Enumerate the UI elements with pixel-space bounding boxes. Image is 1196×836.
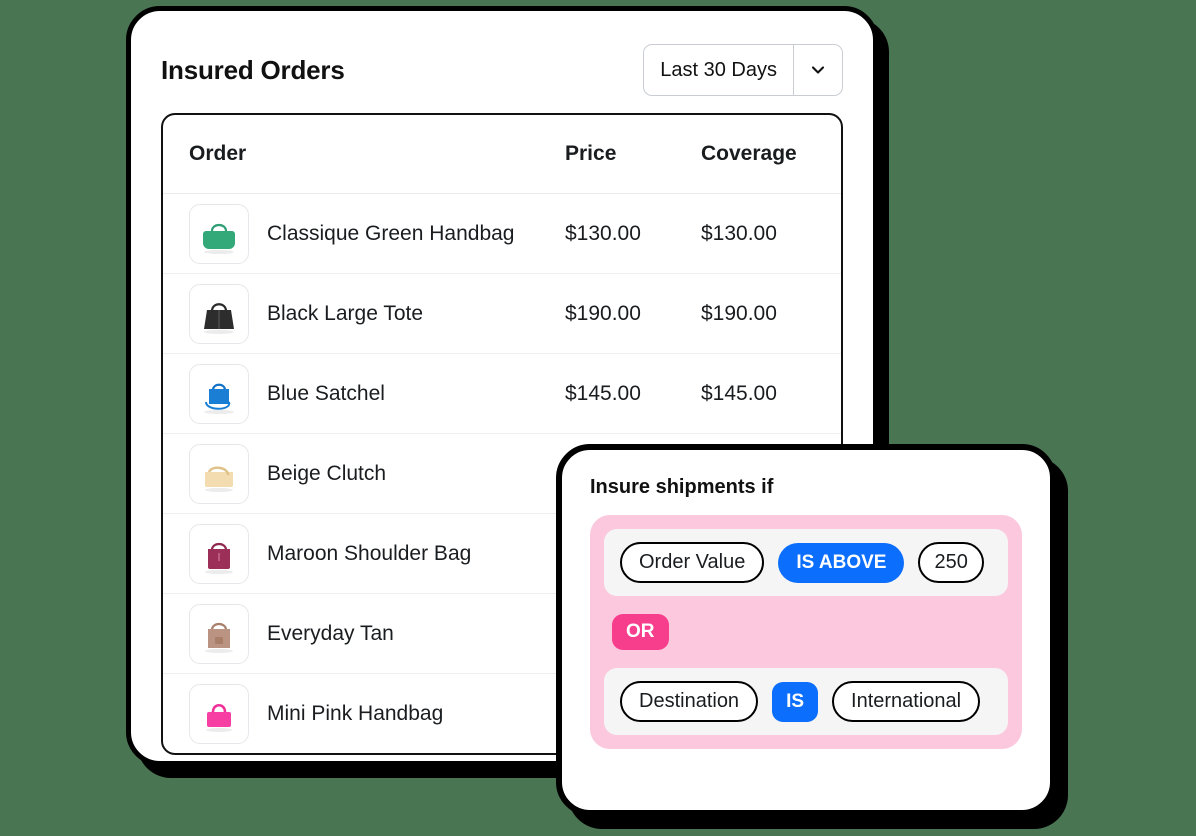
table-row[interactable]: Black Large Tote $190.00 $190.00	[163, 274, 841, 354]
order-coverage: $190.00	[701, 301, 777, 325]
order-coverage: $145.00	[701, 381, 777, 405]
order-name: Blue Satchel	[267, 381, 385, 405]
order-name: Everyday Tan	[267, 621, 394, 645]
connector-or-badge[interactable]: OR	[612, 614, 669, 650]
tote-tan-icon	[189, 603, 249, 664]
shoulderbag-maroon-icon	[189, 523, 249, 584]
condition-value-pill[interactable]: International	[832, 681, 981, 722]
order-coverage: $130.00	[701, 221, 777, 245]
table-row[interactable]: Blue Satchel $145.00 $145.00	[163, 354, 841, 434]
order-price: $190.00	[565, 301, 641, 325]
rule-condition-row: Order Value IS ABOVE 250	[604, 529, 1008, 596]
order-cell: Blue Satchel	[189, 363, 565, 424]
order-name: Beige Clutch	[267, 461, 387, 485]
order-price: $130.00	[565, 221, 641, 245]
insure-rule-card: Insure shipments if Order Value IS ABOVE…	[556, 444, 1056, 816]
card-header: Insured Orders Last 30 Days	[161, 39, 843, 101]
condition-field-pill[interactable]: Destination	[620, 681, 759, 722]
chevron-down-icon[interactable]	[793, 45, 842, 95]
rule-condition-row: Destination IS International	[604, 668, 1008, 735]
rule-card-title: Insure shipments if	[590, 476, 774, 498]
column-header-order: Order	[189, 142, 247, 165]
condition-value-pill[interactable]: 250	[918, 542, 984, 583]
order-name: Classique Green Handbag	[267, 221, 515, 245]
order-cell: Everyday Tan	[189, 603, 565, 664]
order-cell: Black Large Tote	[189, 283, 565, 344]
satchel-blue-icon	[189, 363, 249, 424]
rule-group: Order Value IS ABOVE 250 OR Destination …	[590, 515, 1022, 749]
handbag-pink-icon	[189, 683, 249, 744]
order-cell: Classique Green Handbag	[189, 203, 565, 264]
date-range-select[interactable]: Last 30 Days	[643, 44, 843, 96]
order-cell: Mini Pink Handbag	[189, 683, 565, 744]
order-cell: Maroon Shoulder Bag	[189, 523, 565, 584]
order-name: Black Large Tote	[267, 301, 424, 325]
rule-connector-row: OR	[604, 596, 1008, 668]
date-range-value: Last 30 Days	[660, 58, 777, 81]
order-name: Mini Pink Handbag	[267, 701, 444, 725]
handbag-green-icon	[189, 203, 249, 264]
condition-operator-badge[interactable]: IS ABOVE	[778, 542, 905, 583]
condition-field-pill[interactable]: Order Value	[620, 542, 765, 583]
order-name: Maroon Shoulder Bag	[267, 541, 472, 565]
column-header-coverage: Coverage	[701, 142, 797, 165]
table-header-row: Order Price Coverage	[163, 115, 841, 194]
tote-black-icon	[189, 283, 249, 344]
page-title: Insured Orders	[161, 54, 345, 85]
order-price: $145.00	[565, 381, 641, 405]
order-cell: Beige Clutch	[189, 443, 565, 504]
table-row[interactable]: Classique Green Handbag $130.00 $130.00	[163, 194, 841, 274]
condition-operator-badge[interactable]: IS	[772, 681, 819, 722]
column-header-price: Price	[565, 142, 617, 165]
clutch-beige-icon	[189, 443, 249, 504]
